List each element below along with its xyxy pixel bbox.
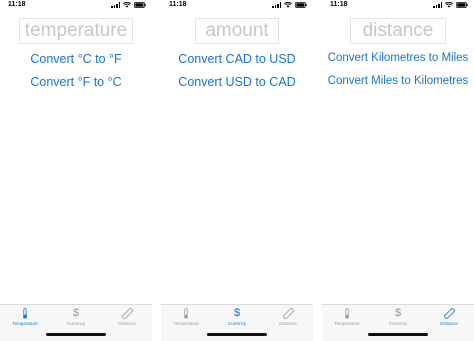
- amount-input-field[interactable]: [195, 18, 279, 44]
- temperature-input[interactable]: [20, 20, 132, 42]
- signal-icon: [111, 2, 120, 8]
- thermometer-icon: [161, 307, 211, 319]
- convert-miles-to-km-button[interactable]: Convert Miles to Kilometres: [322, 75, 474, 87]
- status-icons: [433, 2, 468, 8]
- distance-input-field[interactable]: [350, 18, 446, 44]
- tab-temperature[interactable]: Temperature: [0, 307, 50, 329]
- tab-distance[interactable]: Distance: [263, 307, 313, 329]
- tab-label: Distance: [118, 321, 136, 326]
- tab-label: Currency: [66, 321, 86, 326]
- wifi-icon: [445, 2, 453, 8]
- dollar-icon: $: [72, 307, 80, 319]
- thermometer-icon: [322, 307, 372, 319]
- tab-label: Distance: [440, 321, 458, 326]
- convert-f-to-c-button[interactable]: Convert °F to °C: [0, 75, 152, 89]
- status-icons: [111, 2, 146, 8]
- signal-icon: [433, 2, 442, 8]
- status-bar: 11:18: [161, 0, 313, 14]
- phone-screen-currency: 11:18 Convert CAD to USD Convert USD to …: [161, 0, 313, 341]
- tab-currency[interactable]: $ Currency: [373, 307, 423, 329]
- status-icons: [272, 2, 307, 8]
- signal-icon: [272, 2, 281, 8]
- tab-label: Temperature: [12, 321, 38, 326]
- battery-icon: [295, 2, 307, 8]
- home-indicator: [46, 333, 106, 336]
- temperature-input-field[interactable]: [19, 18, 133, 44]
- screenshots-strip: 11:18 Convert °C to °F Convert °F to °C …: [0, 0, 474, 341]
- wifi-icon: [123, 2, 131, 8]
- thermometer-icon: [0, 307, 50, 319]
- convert-km-to-miles-button[interactable]: Convert Kilometres to Miles: [322, 52, 474, 64]
- battery-icon: [134, 2, 146, 8]
- tab-distance[interactable]: Distance: [102, 307, 152, 329]
- dollar-icon: $: [394, 307, 402, 319]
- home-indicator: [368, 333, 428, 336]
- status-time: 11:18: [169, 1, 187, 8]
- distance-input[interactable]: [351, 20, 445, 42]
- dollar-icon: $: [233, 307, 241, 319]
- separator: [313, 0, 322, 341]
- wifi-icon: [284, 2, 292, 8]
- convert-c-to-f-button[interactable]: Convert °C to °F: [0, 52, 152, 66]
- tab-label: Currency: [388, 321, 408, 326]
- phone-screen-temperature: 11:18 Convert °C to °F Convert °F to °C …: [0, 0, 152, 341]
- tab-label: Temperature: [173, 321, 199, 326]
- status-bar: 11:18: [0, 0, 152, 14]
- status-bar: 11:18: [322, 0, 474, 14]
- convert-usd-to-cad-button[interactable]: Convert USD to CAD: [161, 75, 313, 89]
- ruler-icon: [424, 307, 474, 319]
- ruler-icon: [263, 307, 313, 319]
- tab-label: Currency: [227, 321, 247, 326]
- amount-input[interactable]: [196, 20, 278, 42]
- tab-temperature[interactable]: Temperature: [161, 307, 211, 329]
- tab-currency[interactable]: $ Currency: [212, 307, 262, 329]
- tab-distance[interactable]: Distance: [424, 307, 474, 329]
- battery-icon: [456, 2, 468, 8]
- separator: [152, 0, 161, 341]
- ruler-icon: [102, 307, 152, 319]
- phone-screen-distance: 11:18 Convert Kilometres to Miles Conver…: [322, 0, 474, 341]
- home-indicator: [207, 333, 267, 336]
- status-time: 11:18: [330, 1, 348, 8]
- tab-label: Distance: [279, 321, 297, 326]
- tab-temperature[interactable]: Temperature: [322, 307, 372, 329]
- status-time: 11:18: [8, 1, 26, 8]
- tab-label: Temperature: [334, 321, 360, 326]
- tab-currency[interactable]: $ Currency: [51, 307, 101, 329]
- convert-cad-to-usd-button[interactable]: Convert CAD to USD: [161, 52, 313, 66]
